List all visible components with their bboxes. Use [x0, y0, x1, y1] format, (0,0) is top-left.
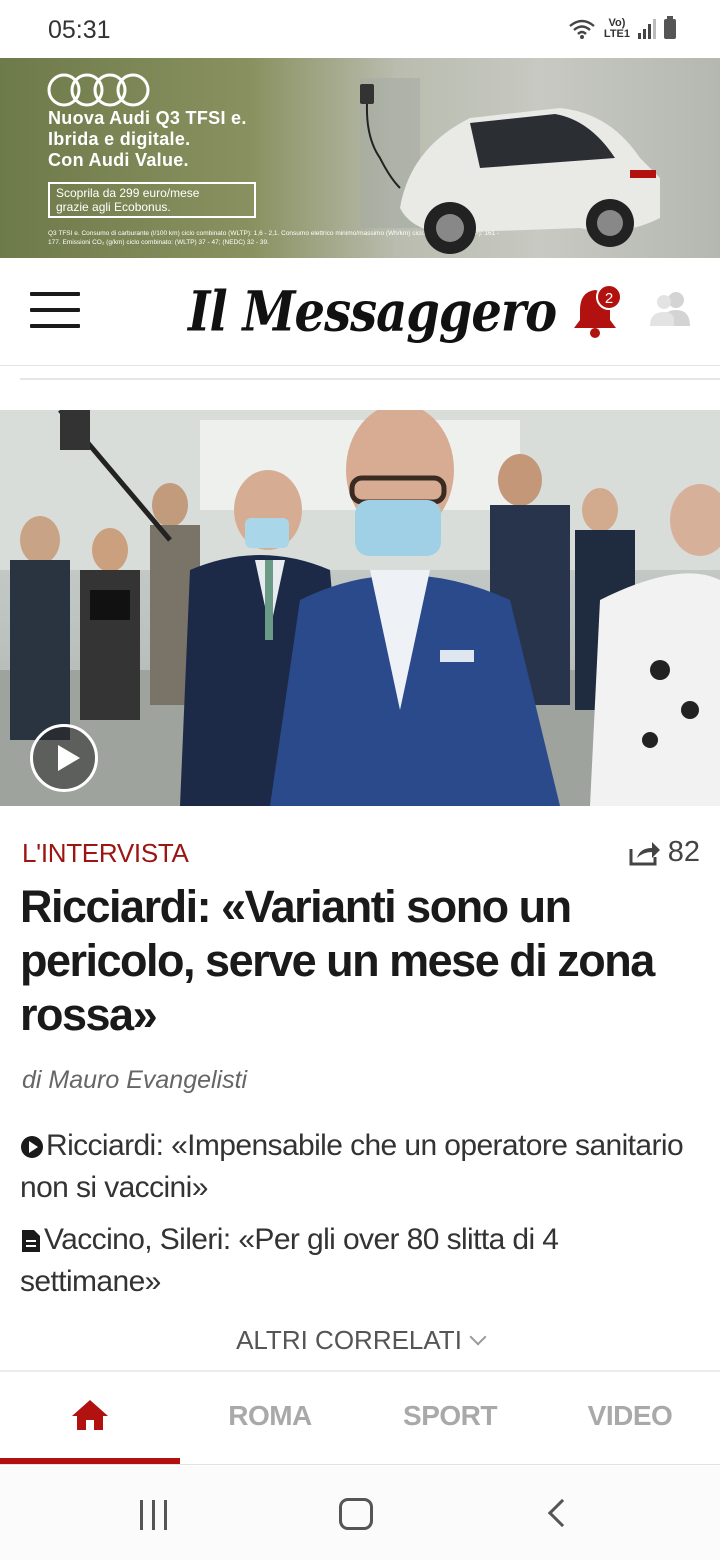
tab-sport[interactable]: SPORT: [360, 1372, 540, 1464]
hamburger-menu-icon[interactable]: [30, 292, 80, 328]
wifi-icon: [569, 19, 595, 39]
play-circle-icon: [21, 1136, 43, 1159]
bottom-tab-bar: ROMA SPORT VIDEO: [0, 1370, 720, 1465]
ad-headline-line: Nuova Audi Q3 TFSI e.: [48, 108, 247, 128]
hero-photo: [0, 410, 720, 806]
share-button[interactable]: 82: [628, 836, 700, 869]
article-byline: di Mauro Evangelisti: [22, 1066, 248, 1094]
article-headline[interactable]: Ricciardi: «Varianti sono un pericolo, s…: [20, 880, 700, 1042]
ad-headline: Nuova Audi Q3 TFSI e. Ibrida e digitale.…: [48, 108, 247, 171]
ad-offer-box[interactable]: Scoprila da 299 euro/mese grazie agli Ec…: [48, 182, 256, 218]
network-label: Vo) LTE1: [603, 17, 630, 40]
related-link[interactable]: Vaccino, Sileri: «Per gli over 80 slitta…: [20, 1219, 700, 1303]
battery-icon: [664, 16, 676, 39]
related-link-text: Ricciardi: «Impensabile che un operatore…: [20, 1129, 684, 1204]
ad-banner[interactable]: Nuova Audi Q3 TFSI e. Ibrida e digitale.…: [0, 58, 720, 258]
audi-rings-logo: [47, 73, 150, 107]
notification-badge: 2: [596, 284, 622, 310]
status-icons: Vo) LTE1: [568, 16, 676, 40]
home-icon: [72, 1400, 108, 1430]
more-related-label: ALTRI CORRELATI: [236, 1325, 462, 1355]
related-link-text: Vaccino, Sileri: «Per gli over 80 slitta…: [20, 1223, 559, 1298]
signal-icon: [638, 19, 656, 39]
status-time: 05:31: [48, 16, 111, 44]
car-illustration: [360, 78, 660, 254]
ad-offer-line: Scoprila da 299 euro/mese: [56, 186, 200, 200]
tab-home[interactable]: [0, 1372, 180, 1464]
home-button-icon[interactable]: [339, 1498, 373, 1530]
active-tab-indicator: [0, 1458, 180, 1464]
user-icon[interactable]: [648, 288, 692, 328]
app-header: Il Messaggero 2: [0, 258, 720, 366]
header-divider: [20, 378, 720, 380]
tab-roma[interactable]: ROMA: [180, 1372, 360, 1464]
chevron-down-icon: [469, 1328, 487, 1346]
share-icon: [629, 841, 660, 865]
back-icon[interactable]: [547, 1498, 577, 1528]
tab-video[interactable]: VIDEO: [540, 1372, 720, 1464]
system-navigation-bar: [0, 1466, 720, 1560]
share-count: 82: [667, 836, 700, 868]
video-play-button[interactable]: [30, 724, 98, 792]
related-link[interactable]: Ricciardi: «Impensabile che un operatore…: [20, 1125, 700, 1209]
recent-apps-icon[interactable]: [140, 1500, 170, 1530]
ad-offer-line: grazie agli Ecobonus.: [56, 200, 171, 214]
article-kicker[interactable]: L'INTERVISTA: [22, 838, 189, 869]
status-bar: 05:31 Vo) LTE1: [0, 0, 720, 58]
site-logo[interactable]: Il Messaggero: [188, 280, 557, 344]
ad-headline-line: Ibrida e digitale.: [48, 129, 191, 149]
ad-headline-line: Con Audi Value.: [48, 150, 189, 170]
more-related-button[interactable]: ALTRI CORRELATI: [0, 1325, 720, 1356]
article-hero-image[interactable]: [0, 410, 720, 806]
document-icon: [22, 1230, 40, 1253]
